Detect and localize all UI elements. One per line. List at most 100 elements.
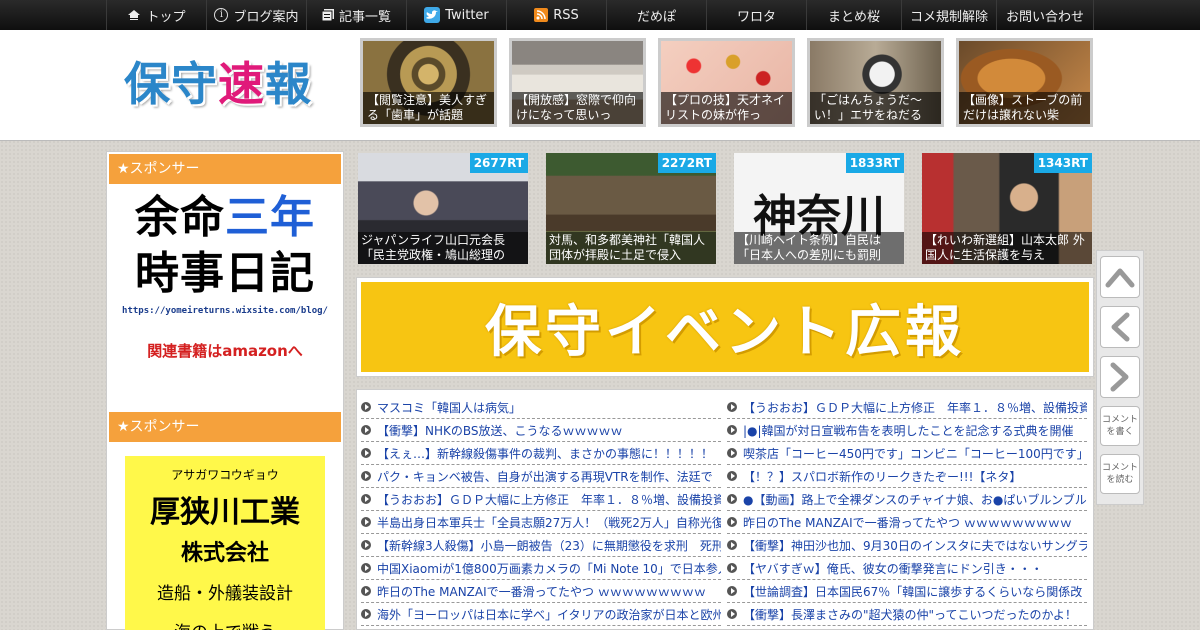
arrow-bullet-icon — [361, 448, 371, 458]
ad-business: 造船・外艤装設計 — [157, 584, 293, 604]
scroll-top-button[interactable] — [1100, 256, 1140, 298]
list-item[interactable]: ●【動画】路上で全裸ダンスのチャイナ娘、お●ぱいブルンブル — [727, 488, 1087, 511]
nav-item-damepo[interactable]: だめぽ — [607, 0, 707, 30]
header-thumb[interactable]: 「ごはんちょうだ～い！」エサをねだる — [807, 38, 944, 127]
ad-title-line1: 余命三年 — [109, 190, 341, 246]
arrow-bullet-icon — [727, 609, 737, 619]
header-thumb[interactable]: 【プロの技】天才ネイリストの妹が作っ — [658, 38, 795, 127]
site-logo[interactable]: 保守速報 — [124, 52, 312, 116]
list-item[interactable]: |●|韓国が対日宣戦布告を表明したことを記念する式典を開催 — [727, 419, 1087, 442]
ranking-card[interactable]: 神奈川 1833RT 【川崎ヘイト条例】自民は「日本人への差別にも罰則 — [734, 153, 904, 264]
link-text: 昨日のThe MANZAIで一番滑ってたやつ ｗｗｗｗｗｗｗｗｗ — [377, 584, 706, 599]
ranking-card[interactable]: 2272RT 対馬、和多都美神社「韓国人団体が拝殿に土足で侵入 — [546, 153, 716, 264]
ranking-card[interactable]: 1343RT 【れいわ新選組】山本太郎 外国人に生活保護を与え — [922, 153, 1092, 264]
list-item[interactable]: 【衝撃】長澤まさみの"超犬猿の仲"ってこいつだったのかよ！ — [727, 603, 1087, 626]
back-button[interactable] — [1100, 306, 1140, 348]
list-item[interactable]: 【ヤバすぎｗ】俺氏、彼女の衝撃発言にドン引き・・・ — [727, 557, 1087, 580]
nav-item-top[interactable]: トップ — [107, 0, 207, 30]
list-item[interactable]: 【世論調査】日本国民67％「韓国に譲歩するくらいなら関係改 — [727, 580, 1087, 603]
logo-char: 守 — [171, 57, 218, 111]
arrow-bullet-icon — [361, 402, 371, 412]
list-item[interactable]: パク・キョンベ被告、自身が出演する再現VTRを制作、法廷で — [361, 465, 721, 488]
list-item[interactable]: 喫茶店「コーヒー450円です」コンビニ「コーヒー100円です」 — [727, 442, 1087, 465]
link-text: 【衝撃】NHKのBS放送、こうなるｗｗｗｗｗ — [377, 423, 623, 438]
nav-label: トップ — [146, 9, 186, 25]
ad-company-type: 株式会社 — [180, 541, 269, 566]
nav-label: 記事一覧 — [338, 9, 391, 25]
link-text: 喫茶店「コーヒー450円です」コンビニ「コーヒー100円です」 — [743, 446, 1087, 461]
nav-item-article-list[interactable]: 記事一覧 — [307, 0, 407, 30]
nav-label: ワロタ — [736, 9, 776, 25]
nav-item-rss[interactable]: RSS — [507, 0, 607, 30]
nav-item-twitter[interactable]: Twitter — [407, 0, 507, 30]
thumb-caption: 「ごはんちょうだ～い！」エサをねだる — [810, 92, 941, 124]
sponsor-ad-asagawa[interactable]: アサガワコウギョウ 厚狭川工業 株式会社 造船・外艤装設計 海の上で戦う — [125, 456, 325, 630]
list-item[interactable]: 【えぇ…】新幹線殺傷事件の裁判、まさかの事態に！！！！！ — [361, 442, 721, 465]
list-item[interactable]: 【衝撃】NHKのBS放送、こうなるｗｗｗｗｗ — [361, 419, 721, 442]
link-text: マスコミ「韓国人は病気」 — [377, 400, 522, 415]
ranking-card[interactable]: 2677RT ジャパンライフ山口元会長「民主党政権・鳩山総理の — [358, 153, 528, 264]
write-comment-button[interactable]: コメントを書く — [1100, 406, 1140, 446]
header-thumb[interactable]: 【開放感】窓際で仰向けになって思いっ — [509, 38, 646, 127]
nav-item-warota[interactable]: ワロタ — [707, 0, 807, 30]
forward-button[interactable] — [1100, 356, 1140, 398]
thumb-caption: 【画像】ストーブの前だけは譲れない柴 — [959, 92, 1090, 124]
arrow-bullet-icon — [361, 517, 371, 527]
sidebar-heading: ★スポンサー — [109, 412, 341, 442]
arrow-bullet-icon — [361, 494, 371, 504]
sponsor-ad-yomei[interactable]: 余命三年 時事日記 https://yomeireturns.wixsite.c… — [109, 190, 341, 412]
chevron-up-icon — [1105, 268, 1135, 288]
info-icon: i — [214, 8, 229, 22]
link-text: 【ヤバすぎｗ】俺氏、彼女の衝撃発言にドン引き・・・ — [743, 561, 1043, 576]
ranking-caption: ジャパンライフ山口元会長「民主党政権・鳩山総理の — [358, 232, 528, 264]
banner-text: 保守イベント広報 — [485, 299, 965, 365]
list-item[interactable]: 【新幹線3人殺傷】小島一朗被告（23）に無期懲役を求刑 死刑 — [361, 534, 721, 557]
nav-bar: トップ i ブログ案内 記事一覧 Twitter RSS だめぽ ワロタ まとめ… — [106, 0, 1095, 30]
thumb-caption: 【プロの技】天才ネイリストの妹が作っ — [661, 92, 792, 124]
logo-char: 報 — [265, 57, 312, 111]
nav-item-blog-guide[interactable]: i ブログ案内 — [207, 0, 307, 30]
home-icon — [127, 9, 141, 21]
list-item[interactable]: 半島出身日本軍兵士「全員志願27万人！（戦死2万人」自称光復 — [361, 511, 721, 534]
list-item[interactable]: マスコミ「韓国人は病気」 — [361, 396, 721, 419]
logo-char: 速 — [218, 57, 265, 111]
link-text: パク・キョンベ被告、自身が出演する再現VTRを制作、法廷で — [377, 469, 713, 484]
nav-label: Twitter — [445, 7, 489, 23]
event-banner[interactable]: 保守イベント広報 — [356, 277, 1094, 377]
link-text: 【衝撃】神田沙也加、9月30日のインスタに夫ではないサングラ — [743, 538, 1087, 553]
nav-item-contact[interactable]: お問い合わせ — [997, 0, 1094, 30]
rt-count-badge: 1343RT — [1033, 153, 1092, 173]
nav-item-comment-unblock[interactable]: コメ規制解除 — [902, 0, 997, 30]
link-column-left: マスコミ「韓国人は病気」 【衝撃】NHKのBS放送、こうなるｗｗｗｗｗ 【えぇ…… — [361, 396, 721, 629]
list-item[interactable]: 昨日のThe MANZAIで一番滑ってたやつ ｗｗｗｗｗｗｗｗｗ — [727, 511, 1087, 534]
header-thumb[interactable]: 【閲覧注意】美人すぎる「歯車」が話題 — [360, 38, 497, 127]
arrow-bullet-icon — [727, 586, 737, 596]
arrow-bullet-icon — [361, 563, 371, 573]
link-text: 【！？】スパロボ新作のリークきたぞー!!!【ネタ】 — [743, 469, 1022, 484]
list-item[interactable]: 【衝撃】神田沙也加、9月30日のインスタに夫ではないサングラ — [727, 534, 1087, 557]
ranking-caption: 【川崎ヘイト条例】自民は「日本人への差別にも罰則 — [734, 232, 904, 264]
link-text: 中国Xiaomiが1億800万画素カメラの「Mi Note 10」で日本参入 — [377, 561, 721, 576]
nav-label: お問い合わせ — [1005, 9, 1084, 25]
link-column-right: 【うおおお】ＧＤＰ大幅に上方修正 年率１．８％増、設備投資 |●|韓国が対日宣戦… — [727, 396, 1087, 629]
list-item[interactable]: 【うおおお】ＧＤＰ大幅に上方修正 年率１．８％増、設備投資 — [727, 396, 1087, 419]
list-item[interactable]: 【！？】スパロボ新作のリークきたぞー!!!【ネタ】 — [727, 465, 1087, 488]
header-thumb[interactable]: 【画像】ストーブの前だけは譲れない柴 — [956, 38, 1093, 127]
arrow-bullet-icon — [727, 540, 737, 550]
arrow-bullet-icon — [361, 425, 371, 435]
top-navigation: トップ i ブログ案内 記事一覧 Twitter RSS だめぽ ワロタ まとめ… — [0, 0, 1200, 30]
nav-item-matome-sakura[interactable]: まとめ桜 — [807, 0, 902, 30]
list-item[interactable]: 中国Xiaomiが1億800万画素カメラの「Mi Note 10」で日本参入 — [361, 557, 721, 580]
amazon-link[interactable]: 関連書籍はamazonへ — [109, 340, 341, 361]
list-item[interactable]: 【うおおお】ＧＤＰ大幅に上方修正 年率１．８％増、設備投資 — [361, 488, 721, 511]
arrow-bullet-icon — [727, 425, 737, 435]
read-comment-button[interactable]: コメントを読む — [1100, 454, 1140, 494]
ad-title-line2: 時事日記 — [135, 248, 315, 299]
list-item[interactable]: 昨日のThe MANZAIで一番滑ってたやつ ｗｗｗｗｗｗｗｗｗ — [361, 580, 721, 603]
arrow-bullet-icon — [361, 471, 371, 481]
link-text: |●|韓国が対日宣戦布告を表明したことを記念する式典を開催 — [743, 423, 1074, 438]
link-text: 【うおおお】ＧＤＰ大幅に上方修正 年率１．８％増、設備投資 — [377, 492, 721, 507]
list-item[interactable]: 海外「ヨーロッパは日本に学べ」イタリアの政治家が日本と欧州 — [361, 603, 721, 626]
link-text: 昨日のThe MANZAIで一番滑ってたやつ ｗｗｗｗｗｗｗｗｗ — [743, 515, 1072, 530]
link-text: 【うおおお】ＧＤＰ大幅に上方修正 年率１．８％増、設備投資 — [743, 400, 1087, 415]
